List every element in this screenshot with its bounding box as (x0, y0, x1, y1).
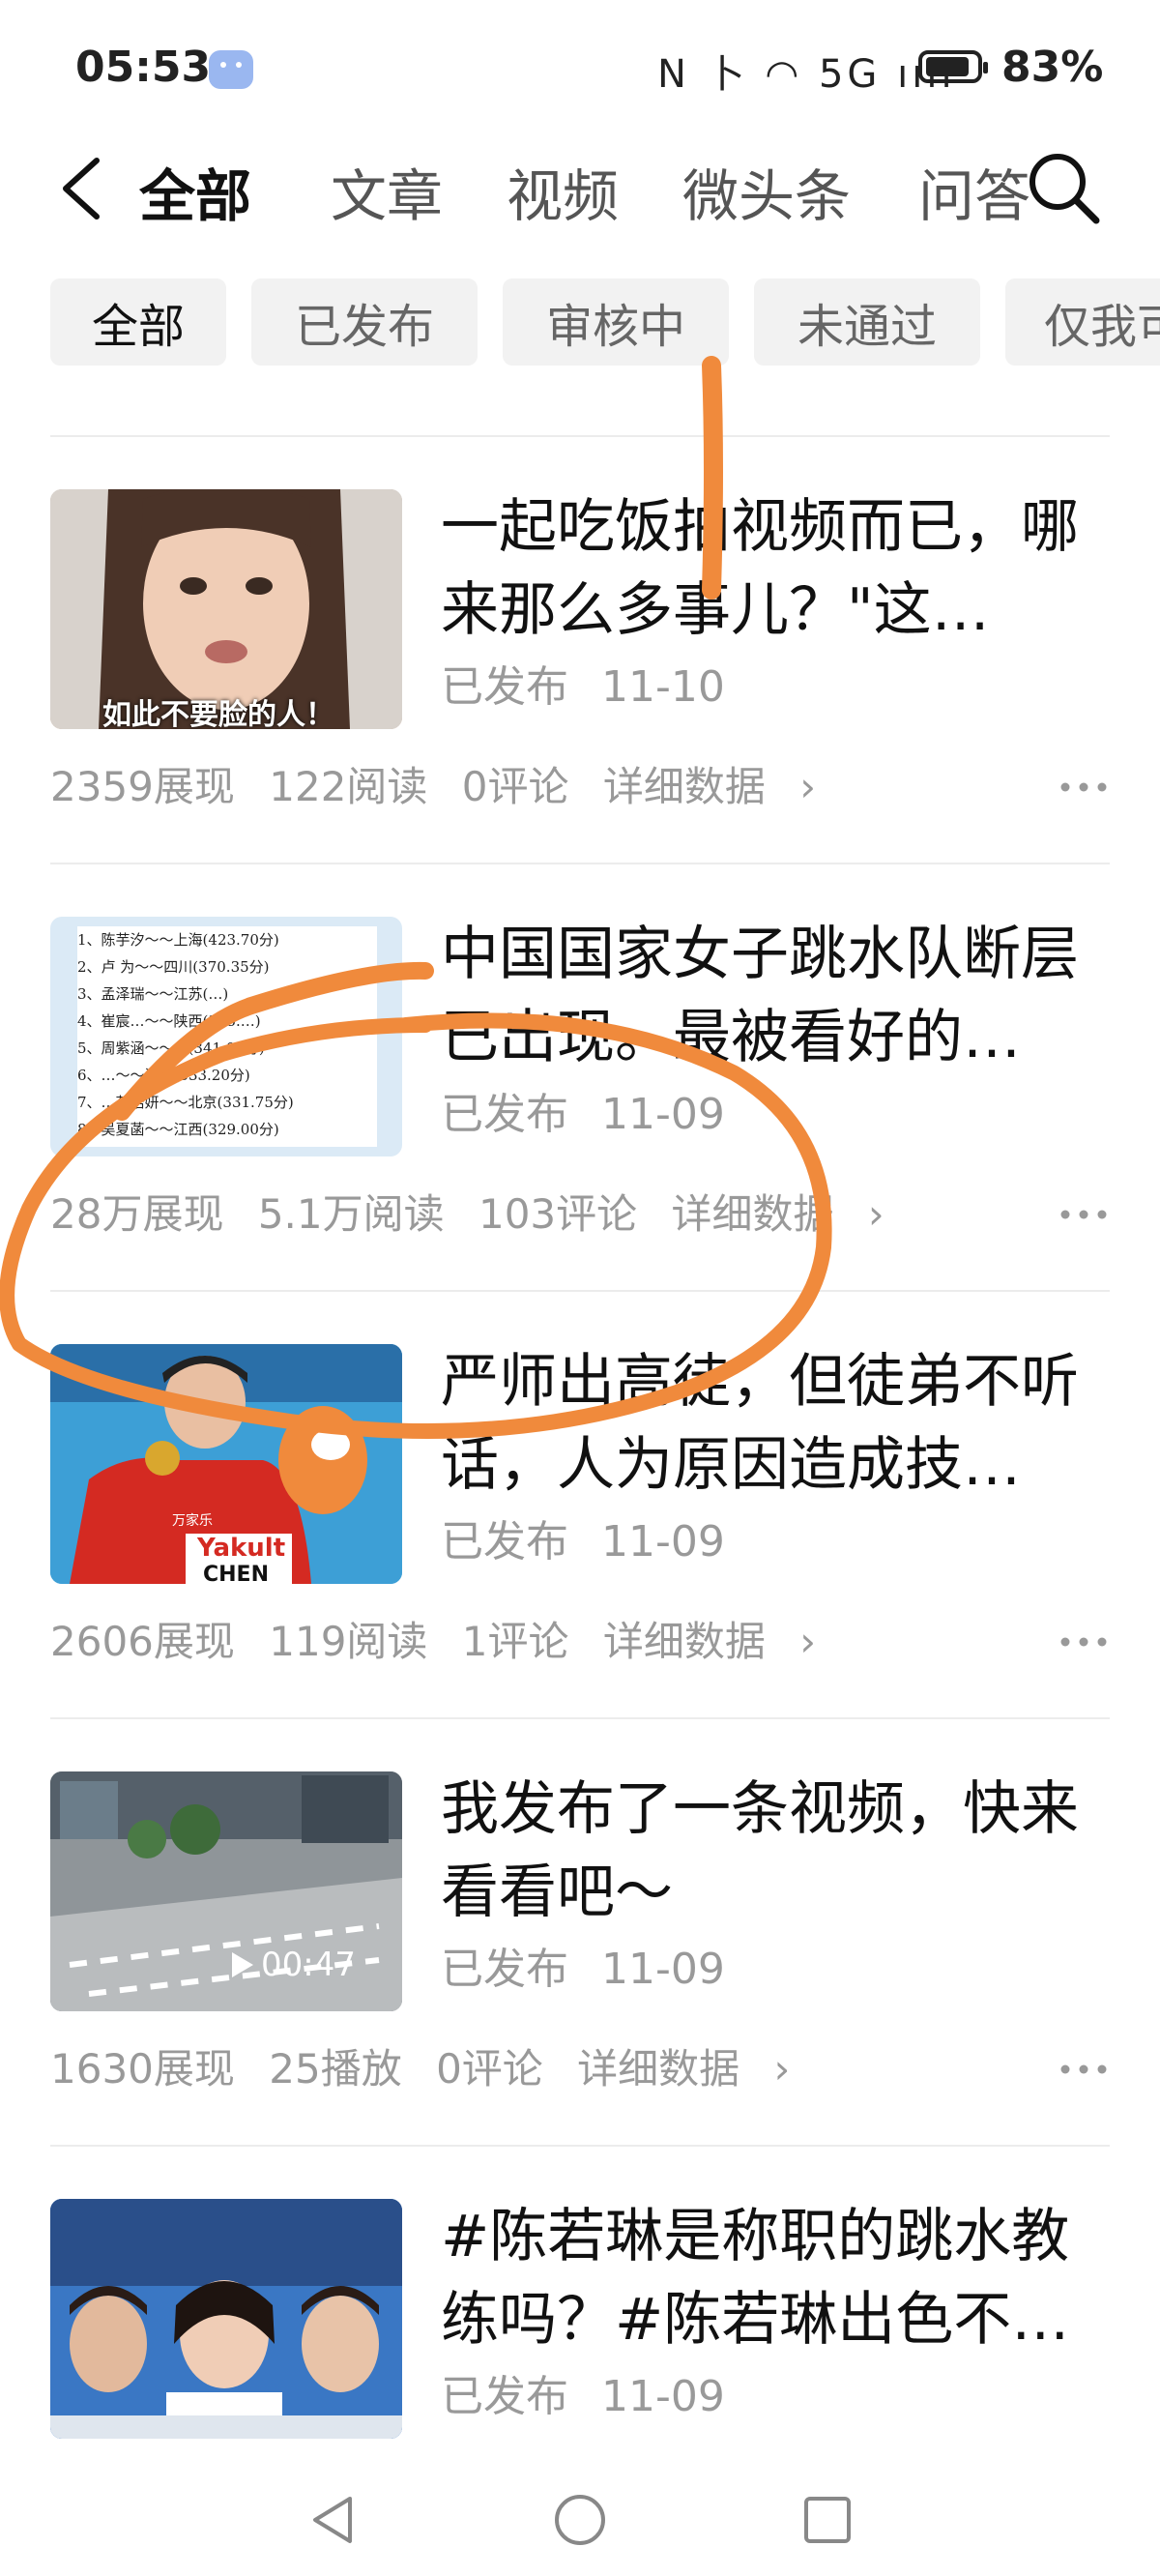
thumbnail: 万家乐 Yakult CHEN (50, 1344, 402, 1584)
status-bar: 05:53 N 卜 ◠ 5G ııll 83% (0, 0, 1160, 135)
more-icon[interactable] (1059, 781, 1108, 793)
details-link[interactable]: 详细数据 › (603, 1618, 816, 1665)
impressions: 2359展现 (50, 763, 235, 810)
spectators-photo (50, 2199, 402, 2439)
more-icon[interactable] (1059, 1209, 1108, 1220)
filter-reviewing[interactable]: 审核中 (503, 278, 729, 366)
thumbnail-caption: 如此不要脸的人！ (102, 698, 334, 729)
content-item[interactable]: #陈若琳是称职的跳水教练吗？#陈若琳出色不… 已发布 11-09 (0, 2145, 1160, 2454)
publish-status: 已发布 (441, 1945, 568, 1994)
ranking-list: 1、陈芋汐～～上海(423.70分) 2、卢 为～～四川(370.35分) 3、… (77, 926, 377, 1147)
filter-published[interactable]: 已发布 (251, 278, 478, 366)
item-title[interactable]: 一起吃饭拍视频而已，哪来那么多事儿？"这… (441, 485, 1117, 652)
item-stats: 2606展现 119阅读 1评论 详细数据 › (50, 1609, 837, 1668)
content-item[interactable]: 万家乐 Yakult CHEN 严师出高徒，但徒弟不听话，人为原因造成技… 已发… (0, 1290, 1160, 1715)
item-title[interactable]: 中国国家女子跳水队断层已出现。最被看好的… (441, 913, 1117, 1079)
filter-all[interactable]: 全部 (50, 278, 226, 366)
publish-status: 已发布 (441, 662, 568, 712)
tab-micro-headlines[interactable]: 微头条 (682, 151, 851, 232)
publish-date: 11-10 (601, 662, 725, 712)
reads: 5.1万阅读 (257, 1190, 445, 1238)
video-duration: 00:47 (230, 1946, 356, 1984)
thumbnail: 1、陈芋汐～～上海(423.70分) 2、卢 为～～四川(370.35分) 3、… (50, 917, 402, 1156)
publish-status: 已发布 (441, 2372, 568, 2421)
tab-all[interactable]: 全部 (139, 151, 251, 232)
impressions: 2606展现 (50, 1618, 235, 1665)
comments: 0评论 (436, 2045, 543, 2093)
item-title[interactable]: 我发布了一条视频，快来看看吧～ (441, 1768, 1117, 1934)
thumbnail (50, 2199, 402, 2439)
status-filters: 全部 已发布 审核中 未通过 仅我可见 (0, 278, 1160, 369)
system-back-icon[interactable] (304, 2491, 362, 2549)
publish-date: 11-09 (601, 2372, 725, 2421)
system-nav-bar (0, 2456, 1160, 2576)
top-nav: 全部 文章 视频 微头条 问答 (0, 135, 1160, 242)
reads: 122阅读 (269, 763, 428, 810)
content-item[interactable]: 如此不要脸的人！ 一起吃饭拍视频而已，哪来那么多事儿？"这… 已发布 11-10… (0, 435, 1160, 861)
item-title[interactable]: #陈若琳是称职的跳水教练吗？#陈若琳出色不… (441, 2195, 1117, 2361)
back-icon[interactable] (54, 155, 108, 222)
battery-level: 83% (1001, 43, 1104, 92)
item-stats: 2359展现 122阅读 0评论 详细数据 › (50, 754, 837, 813)
comments: 0评论 (461, 763, 569, 810)
impressions: 28万展现 (50, 1190, 224, 1238)
app-notification-icon (209, 50, 253, 89)
item-title[interactable]: 严师出高徒，但徒弟不听话，人为原因造成技… (441, 1340, 1117, 1507)
publish-status: 已发布 (441, 1517, 568, 1566)
plays: 25播放 (269, 2045, 402, 2093)
publish-date: 11-09 (601, 1090, 725, 1139)
thumbnail: 如此不要脸的人！ (50, 489, 402, 729)
details-link[interactable]: 详细数据 › (577, 2045, 790, 2093)
publish-info: 已发布 11-09 (441, 1934, 725, 1996)
publish-date: 11-09 (601, 1945, 725, 1994)
details-link[interactable]: 详细数据 › (603, 763, 816, 810)
reads: 119阅读 (269, 1618, 428, 1665)
athlete-name: CHEN (203, 1563, 269, 1584)
battery-icon (918, 50, 988, 83)
details-link[interactable]: 详细数据 › (672, 1190, 884, 1238)
more-icon[interactable] (1059, 2064, 1108, 2075)
comments: 103评论 (478, 1190, 638, 1238)
sponsor-text: 万家乐 (172, 1513, 213, 1529)
content-item[interactable]: 00:47 我发布了一条视频，快来看看吧～ 已发布 11-09 1630展现 2… (0, 1717, 1160, 2143)
comments: 1评论 (461, 1618, 569, 1665)
system-home-icon[interactable] (551, 2491, 609, 2549)
publish-info: 已发布 11-09 (441, 1079, 725, 1141)
tab-articles[interactable]: 文章 (331, 151, 443, 232)
signal-icons: N 卜 ◠ 5G ııll (657, 52, 956, 97)
publish-info: 已发布 11-09 (441, 2361, 725, 2423)
play-icon (232, 1952, 253, 1977)
content-item[interactable]: 1、陈芋汐～～上海(423.70分) 2、卢 为～～四川(370.35分) 3、… (0, 863, 1160, 1288)
publish-info: 已发布 11-10 (441, 652, 725, 714)
filter-rejected[interactable]: 未通过 (754, 278, 980, 366)
thumbnail: 00:47 (50, 1771, 402, 2011)
impressions: 1630展现 (50, 2045, 235, 2093)
sponsor-logo: Yakult (197, 1534, 286, 1563)
item-stats: 1630展现 25播放 0评论 详细数据 › (50, 2036, 811, 2095)
item-stats: 28万展现 5.1万阅读 103评论 详细数据 › (50, 1182, 906, 1241)
status-time: 05:53 (75, 43, 212, 92)
tab-qa[interactable]: 问答 (918, 151, 1030, 232)
more-icon[interactable] (1059, 1636, 1108, 1648)
publish-status: 已发布 (441, 1090, 568, 1139)
filter-private[interactable]: 仅我可见 (1005, 278, 1160, 366)
tab-videos[interactable]: 视频 (507, 151, 619, 232)
publish-date: 11-09 (601, 1517, 725, 1566)
search-icon[interactable] (1025, 149, 1102, 226)
publish-info: 已发布 11-09 (441, 1507, 725, 1568)
system-recents-icon[interactable] (798, 2491, 856, 2549)
